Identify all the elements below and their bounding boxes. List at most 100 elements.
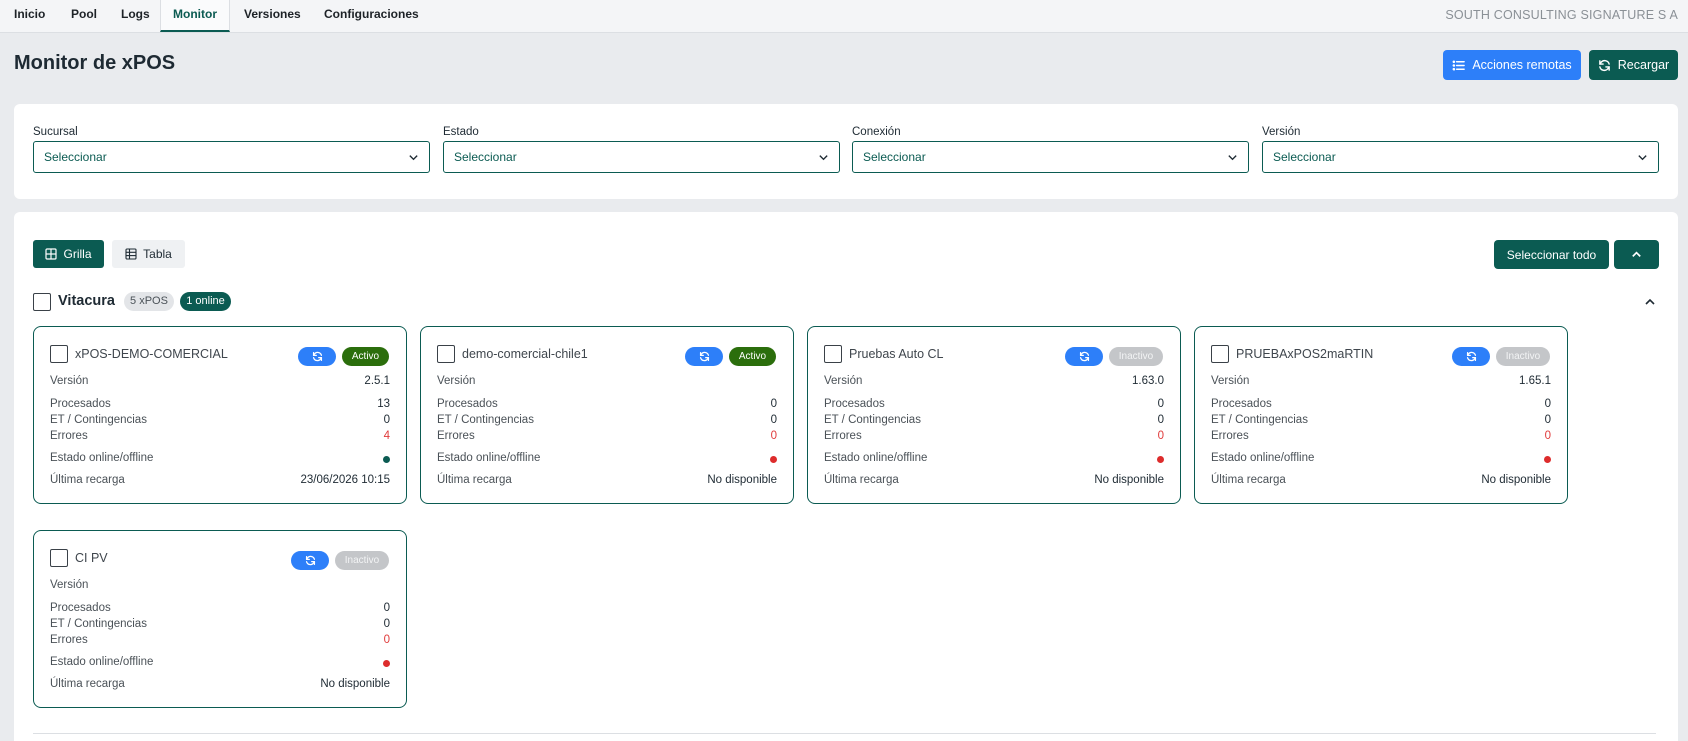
contingencies-value: 0 bbox=[1544, 414, 1551, 426]
status-badge: Activo bbox=[729, 347, 776, 366]
device-reload-button[interactable] bbox=[1065, 347, 1103, 366]
tab-logs[interactable]: Logs bbox=[121, 0, 150, 32]
last-reload-value: No disponible bbox=[707, 474, 777, 486]
device-card[interactable]: xPOS-DEMO-COMERCIAL Activo Versión 2.5.1… bbox=[33, 326, 407, 504]
status-badge: Inactivo bbox=[1496, 347, 1550, 366]
processed-value: 0 bbox=[770, 398, 777, 410]
online-status-dot bbox=[1544, 456, 1551, 463]
errors-value: 4 bbox=[383, 430, 390, 442]
device-reload-button[interactable] bbox=[298, 347, 336, 366]
status-badge: Inactivo bbox=[1109, 347, 1163, 366]
chevron-down-icon bbox=[1638, 155, 1647, 161]
version-label: Versión bbox=[824, 375, 863, 387]
filter-select-conexion[interactable]: Seleccionar bbox=[852, 141, 1249, 173]
online-state-label: Estado online/offline bbox=[1211, 452, 1315, 464]
select-all-button[interactable]: Seleccionar todo bbox=[1494, 240, 1609, 269]
chevron-up-icon bbox=[1632, 251, 1641, 257]
errors-value: 0 bbox=[770, 430, 777, 442]
last-reload-label: Última recarga bbox=[50, 474, 125, 486]
version-value: 1.63.0 bbox=[1132, 375, 1164, 387]
online-state-label: Estado online/offline bbox=[50, 656, 154, 668]
version-label: Versión bbox=[1211, 375, 1250, 387]
remote-actions-button[interactable]: Acciones remotas bbox=[1443, 50, 1581, 80]
online-status-dot bbox=[770, 456, 777, 463]
device-checkbox[interactable] bbox=[50, 549, 68, 567]
table-view-button[interactable]: Tabla bbox=[112, 240, 185, 268]
filter-value-sucursal: Seleccionar bbox=[44, 150, 107, 164]
page-title: Monitor de xPOS bbox=[14, 52, 176, 74]
device-checkbox[interactable] bbox=[50, 345, 68, 363]
contingencies-value: 0 bbox=[770, 414, 777, 426]
filter-select-version[interactable]: Seleccionar bbox=[1262, 141, 1659, 173]
device-checkbox[interactable] bbox=[1211, 345, 1229, 363]
device-name: CI PV bbox=[75, 551, 108, 565]
last-reload-value: No disponible bbox=[1094, 474, 1164, 486]
tab-configuraciones[interactable]: Configuraciones bbox=[324, 0, 419, 32]
chevron-down-icon bbox=[819, 155, 828, 161]
processed-value: 0 bbox=[383, 602, 390, 614]
device-reload-button[interactable] bbox=[685, 347, 723, 366]
filter-select-estado[interactable]: Seleccionar bbox=[443, 141, 840, 173]
select-all-label: Seleccionar todo bbox=[1506, 247, 1597, 262]
device-reload-button[interactable] bbox=[1452, 347, 1490, 366]
reload-label: Recargar bbox=[1617, 58, 1670, 72]
group-online-badge: 1 online bbox=[180, 292, 231, 311]
device-checkbox[interactable] bbox=[437, 345, 455, 363]
version-value: 1.65.1 bbox=[1519, 375, 1551, 387]
filter-select-sucursal[interactable]: Seleccionar bbox=[33, 141, 430, 173]
online-status-dot bbox=[383, 660, 390, 667]
online-state-label: Estado online/offline bbox=[437, 452, 541, 464]
errors-value: 0 bbox=[1157, 430, 1164, 442]
device-checkbox[interactable] bbox=[824, 345, 842, 363]
version-label: Versión bbox=[50, 375, 89, 387]
divider bbox=[33, 733, 1656, 734]
online-state-label: Estado online/offline bbox=[824, 452, 928, 464]
refresh-icon bbox=[1079, 351, 1090, 362]
device-reload-button[interactable] bbox=[291, 551, 329, 570]
grid-view-button[interactable]: Grilla bbox=[33, 240, 104, 268]
errors-label: Errores bbox=[1211, 430, 1249, 442]
reload-button[interactable]: Recargar bbox=[1589, 50, 1678, 80]
contingencies-value: 0 bbox=[1157, 414, 1164, 426]
grid-icon bbox=[45, 248, 58, 260]
online-status-dot bbox=[383, 456, 390, 463]
filter-value-conexion: Seleccionar bbox=[863, 150, 926, 164]
contingencies-value: 0 bbox=[383, 414, 390, 426]
group-collapse-chevron-icon[interactable] bbox=[1644, 296, 1656, 308]
processed-label: Procesados bbox=[50, 398, 111, 410]
table-view-label: Tabla bbox=[143, 247, 172, 261]
device-card[interactable]: CI PV Inactivo Versión Procesados 0 ET /… bbox=[33, 530, 407, 708]
device-name: Pruebas Auto CL bbox=[849, 347, 944, 361]
group-checkbox[interactable] bbox=[33, 293, 51, 311]
filter-value-version: Seleccionar bbox=[1273, 150, 1336, 164]
last-reload-label: Última recarga bbox=[50, 678, 125, 690]
device-card[interactable]: PRUEBAxPOS2maRTIN Inactivo Versión 1.65.… bbox=[1194, 326, 1568, 504]
last-reload-value: 23/06/2026 10:15 bbox=[300, 474, 390, 486]
collapse-all-button[interactable] bbox=[1614, 240, 1659, 269]
device-card[interactable]: Pruebas Auto CL Inactivo Versión 1.63.0 … bbox=[807, 326, 1181, 504]
version-label: Versión bbox=[437, 375, 476, 387]
last-reload-value: No disponible bbox=[320, 678, 390, 690]
tab-versiones[interactable]: Versiones bbox=[244, 0, 301, 32]
processed-value: 13 bbox=[377, 398, 390, 410]
version-value: 2.5.1 bbox=[364, 375, 390, 387]
chevron-down-icon bbox=[1228, 155, 1237, 161]
processed-label: Procesados bbox=[437, 398, 498, 410]
refresh-icon bbox=[305, 555, 316, 566]
errors-value: 0 bbox=[383, 634, 390, 646]
tab-inicio[interactable]: Inicio bbox=[14, 0, 45, 32]
device-name: xPOS-DEMO-COMERCIAL bbox=[75, 347, 228, 361]
filter-value-estado: Seleccionar bbox=[454, 150, 517, 164]
errors-label: Errores bbox=[824, 430, 862, 442]
last-reload-label: Última recarga bbox=[1211, 474, 1286, 486]
refresh-icon bbox=[1598, 59, 1610, 71]
processed-label: Procesados bbox=[50, 602, 111, 614]
tab-monitor[interactable]: Monitor bbox=[160, 0, 230, 32]
errors-label: Errores bbox=[437, 430, 475, 442]
device-card[interactable]: demo-comercial-chile1 Activo Versión Pro… bbox=[420, 326, 794, 504]
device-name: PRUEBAxPOS2maRTIN bbox=[1236, 347, 1374, 361]
filter-label-conexion: Conexión bbox=[852, 126, 901, 138]
tab-pool[interactable]: Pool bbox=[71, 0, 97, 32]
remote-actions-label: Acciones remotas bbox=[1472, 58, 1572, 72]
contingencies-label: ET / Contingencias bbox=[1211, 414, 1308, 426]
